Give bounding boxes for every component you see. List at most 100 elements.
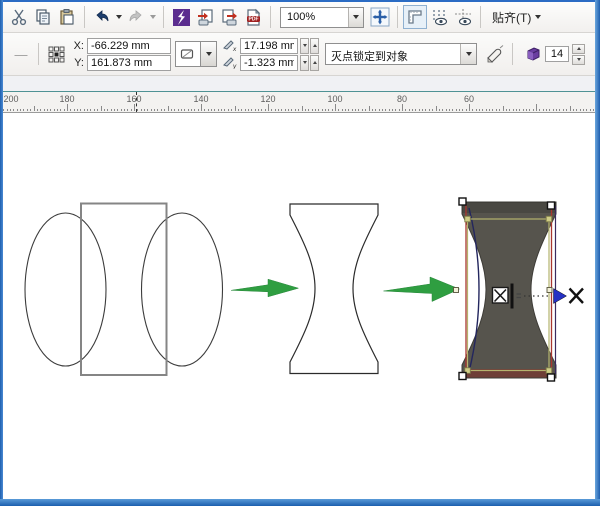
ruler-tick [6, 109, 8, 111]
ruler-tick [375, 109, 377, 111]
ruler-tick [371, 109, 373, 111]
ruler-tick [428, 109, 430, 111]
ruler-tick [284, 109, 286, 111]
ruler-tick [311, 109, 313, 111]
ruler-tick [80, 109, 82, 111]
x-position-input[interactable] [87, 37, 171, 54]
snap-to-dropdown[interactable]: 贴齐(T) [486, 7, 547, 28]
ruler-tick [385, 109, 387, 111]
ruler-tick [492, 109, 494, 111]
ruler-tick [130, 109, 132, 111]
redo-icon[interactable] [124, 5, 148, 29]
ruler-tick [472, 109, 474, 111]
ruler-tick [194, 109, 196, 111]
ruler-tick [415, 109, 417, 111]
ruler-tick [184, 109, 186, 111]
ruler-tick [87, 109, 89, 111]
vp-lock-mode-combobox[interactable]: 灭点锁定到对象 [325, 43, 477, 65]
show-guidelines-toggle-icon[interactable] [451, 5, 475, 29]
ruler-tick [204, 109, 206, 111]
undo-icon[interactable] [90, 5, 114, 29]
ruler-tick [224, 109, 226, 111]
zoom-level-combobox[interactable]: 100% [280, 6, 364, 28]
ruler-tick [40, 109, 42, 111]
ruler-tick [16, 109, 18, 111]
zoom-dropdown-button[interactable] [348, 7, 363, 27]
ruler-tick [23, 109, 25, 111]
horizontal-ruler[interactable]: 200 180 160 140 120 100 80 60 [3, 92, 595, 113]
ruler-tick [485, 109, 487, 111]
ruler-tick [56, 109, 58, 111]
mid-right-handle[interactable] [546, 287, 553, 293]
depth-spinner[interactable] [572, 43, 585, 65]
ruler-tick [546, 109, 548, 111]
redo-dropdown-caret[interactable] [148, 6, 158, 28]
ruler-tick [381, 109, 383, 111]
extrusion-type-dropdown-button[interactable] [201, 41, 217, 67]
ruler-tick [422, 109, 424, 111]
vanishing-point-x-marker[interactable] [568, 287, 584, 304]
ruler-tick [321, 109, 323, 111]
cut-icon[interactable] [7, 5, 31, 29]
ruler-tick [318, 109, 320, 111]
vp-x-coordinate-icon: x [223, 40, 237, 52]
ruler-tick [328, 109, 330, 111]
ruler-tick [190, 109, 192, 111]
mid-left-handle[interactable] [453, 287, 459, 293]
ruler-tick [211, 109, 213, 111]
extrude-depth-control [524, 43, 585, 65]
ruler-tick [509, 109, 511, 111]
ruler-tick [361, 109, 363, 111]
show-rulers-toggle-icon[interactable] [403, 5, 427, 29]
vp-y-coordinate-input[interactable] [240, 54, 298, 71]
ruler-tick [140, 109, 142, 111]
ruler-tick [180, 109, 182, 111]
vp-lock-mode-dropdown-button[interactable] [460, 44, 476, 64]
ruler-tick [3, 109, 5, 111]
ruler-tick [46, 109, 48, 111]
vp-x-spinner[interactable] [300, 37, 319, 54]
vp-y-coordinate-icon: y [223, 57, 237, 69]
ruler-tick [264, 109, 266, 111]
import-icon[interactable] [193, 5, 217, 29]
depth-slider-bar[interactable] [510, 283, 514, 309]
svg-text:PDF: PDF [248, 16, 258, 22]
green-arrow-1[interactable] [230, 278, 300, 298]
copy-vp-properties-icon[interactable] [483, 42, 507, 66]
propbar-separator [38, 43, 39, 65]
ruler-tick [398, 109, 400, 111]
paste-icon[interactable] [55, 5, 79, 29]
vp-direction-arrow[interactable] [553, 288, 568, 304]
trimmed-spool-shape[interactable] [289, 203, 379, 375]
green-arrow-2[interactable] [383, 276, 461, 302]
rectangle-shape[interactable] [80, 202, 168, 376]
undo-dropdown-caret[interactable] [114, 6, 124, 28]
drawing-canvas[interactable] [3, 113, 595, 499]
ruler-tick [412, 109, 414, 111]
extrusion-type-button[interactable] [175, 41, 201, 67]
ruler-tick [30, 109, 32, 111]
vp-x-coordinate-input[interactable] [240, 37, 298, 54]
ruler-tick [552, 109, 554, 111]
extruded-spool-shape[interactable] [461, 201, 557, 379]
show-grid-toggle-icon[interactable] [427, 5, 451, 29]
ruler-tick [271, 109, 273, 111]
object-origin-grid-icon[interactable] [44, 42, 68, 66]
publish-pdf-icon[interactable]: PDF [241, 5, 265, 29]
ruler-tick [512, 109, 514, 111]
vp-y-spinner[interactable] [300, 54, 319, 71]
ruler-tick [257, 109, 259, 111]
copy-icon[interactable] [31, 5, 55, 29]
ruler-tick [308, 109, 310, 111]
ruler-tick [435, 106, 437, 111]
right-ellipse-shape[interactable] [140, 212, 224, 367]
export-icon[interactable] [217, 5, 241, 29]
ruler-tick [150, 109, 152, 111]
left-ellipse-shape[interactable] [24, 212, 107, 367]
y-position-input[interactable] [87, 54, 171, 71]
ruler-tick [268, 104, 269, 111]
ruler-label: 80 [396, 94, 408, 104]
app-launcher-icon[interactable] [169, 5, 193, 29]
depth-value-input[interactable] [545, 46, 569, 62]
fit-page-icon[interactable] [368, 5, 392, 29]
